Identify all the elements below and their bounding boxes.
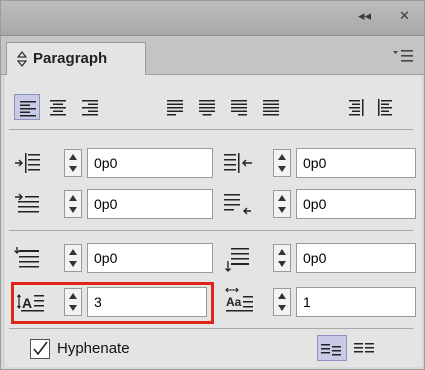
justify-center-icon — [199, 100, 215, 116]
left-indent-icon — [15, 153, 40, 173]
space-before-field[interactable]: 0p0 — [87, 243, 213, 273]
section-divider — [9, 328, 413, 329]
hyphenate-checkbox[interactable] — [30, 339, 50, 359]
space-after-field[interactable]: 0p0 — [296, 243, 416, 273]
baseline-grid-off-icon — [321, 344, 341, 356]
align-towards-spine-button[interactable] — [342, 94, 368, 120]
drop-cap-characters-icon: Aa — [225, 287, 253, 312]
align-center-button[interactable] — [45, 94, 71, 120]
baseline-grid-on-icon — [354, 343, 374, 353]
align-left-icon — [20, 101, 36, 117]
do-not-align-to-baseline-grid-button[interactable] — [317, 335, 347, 361]
space-after-spinner[interactable] — [273, 244, 291, 272]
align-towards-spine-icon — [349, 99, 364, 116]
left-indent-spinner[interactable] — [64, 149, 82, 177]
svg-text:A: A — [22, 295, 32, 311]
align-away-from-spine-button[interactable] — [373, 94, 399, 120]
tab-label: Paragraph — [33, 50, 108, 67]
last-line-right-indent-spinner[interactable] — [273, 190, 291, 218]
right-indent-field[interactable]: 0p0 — [296, 148, 416, 178]
first-line-indent-spinner[interactable] — [64, 190, 82, 218]
checkmark-icon — [33, 341, 48, 356]
align-left-button[interactable] — [14, 94, 40, 120]
align-right-icon — [82, 100, 98, 116]
justify-left-button[interactable] — [162, 94, 188, 120]
justify-right-icon — [231, 100, 247, 116]
drop-cap-lines-field[interactable]: 3 — [87, 287, 207, 317]
last-line-right-indent-icon — [224, 194, 251, 215]
last-line-right-indent-field[interactable]: 0p0 — [296, 189, 416, 219]
align-right-button[interactable] — [77, 94, 103, 120]
align-to-baseline-grid-button[interactable] — [351, 335, 381, 361]
panel-title-bar[interactable]: ◂◂ ✕ — [1, 1, 424, 36]
drop-cap-characters-spinner[interactable] — [273, 288, 291, 316]
justify-left-icon — [167, 100, 183, 116]
justify-all-icon — [263, 100, 279, 116]
first-line-indent-field[interactable]: 0p0 — [87, 189, 213, 219]
first-line-indent-icon — [15, 193, 39, 213]
align-center-icon — [50, 100, 66, 116]
tab-paragraph[interactable]: Paragraph — [6, 42, 146, 75]
right-indent-icon — [224, 153, 252, 173]
justify-all-button[interactable] — [258, 94, 284, 120]
updown-arrow-icon — [17, 51, 27, 67]
right-indent-spinner[interactable] — [273, 149, 291, 177]
left-indent-field[interactable]: 0p0 — [87, 148, 213, 178]
space-after-icon — [225, 248, 249, 272]
section-divider — [9, 129, 413, 130]
collapse-icon[interactable]: ◂◂ — [358, 10, 371, 24]
space-before-icon — [14, 247, 39, 268]
tab-row: Paragraph — [1, 36, 424, 75]
justify-right-button[interactable] — [226, 94, 252, 120]
justify-center-button[interactable] — [194, 94, 220, 120]
hyphenate-label: Hyphenate — [57, 340, 130, 357]
section-divider — [9, 230, 413, 231]
close-icon[interactable]: ✕ — [399, 10, 410, 24]
drop-cap-lines-icon: A — [17, 294, 44, 312]
paragraph-panel: ◂◂ ✕ Paragraph 0p0 0p0 0p0 0p0 0p0 0p0 A… — [0, 0, 425, 370]
drop-cap-lines-spinner[interactable] — [64, 288, 82, 316]
align-away-from-spine-icon — [378, 99, 392, 116]
svg-text:Aa: Aa — [226, 295, 242, 309]
space-before-spinner[interactable] — [64, 244, 82, 272]
drop-cap-characters-field[interactable]: 1 — [296, 287, 416, 317]
panel-menu-icon[interactable] — [392, 49, 414, 63]
